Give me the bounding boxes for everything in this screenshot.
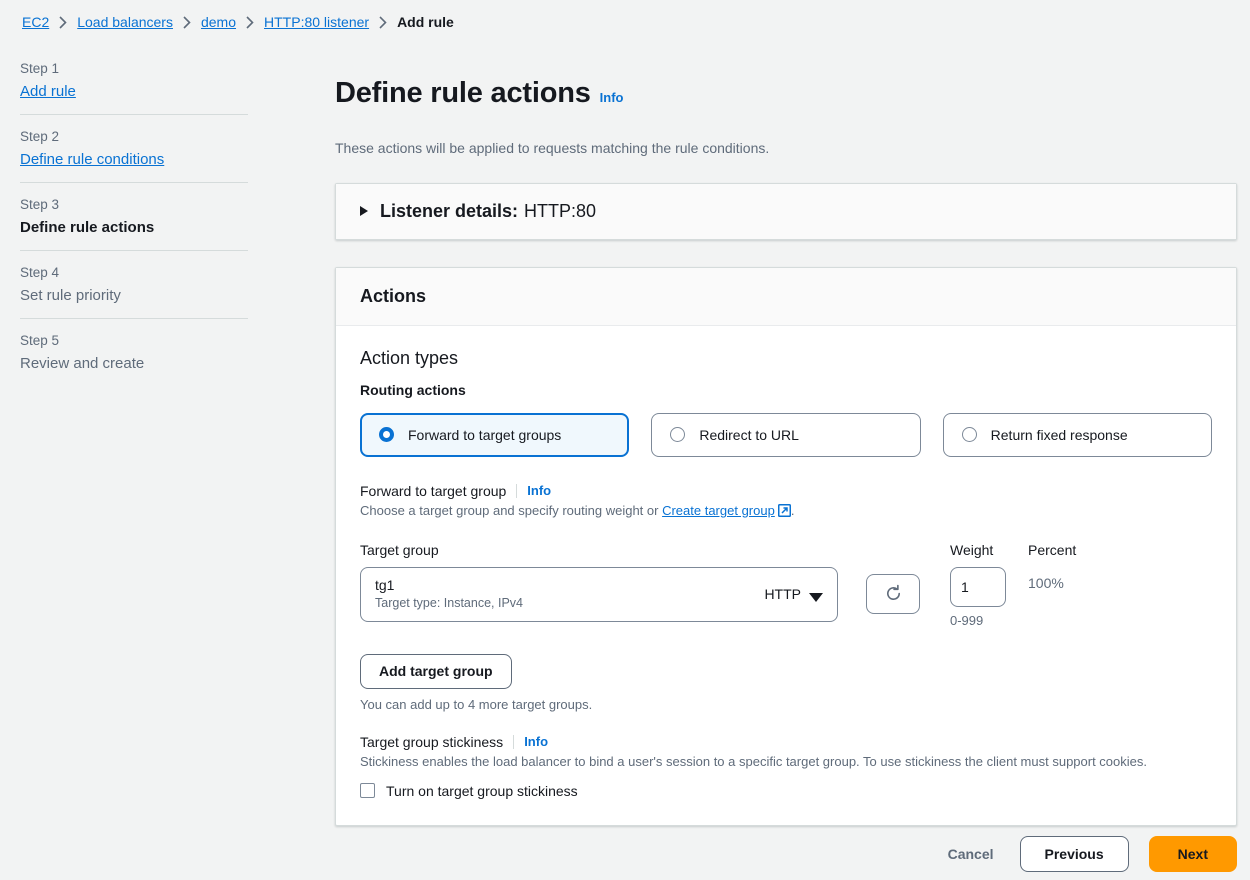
sidebar-step-4: Step 4 Set rule priority bbox=[20, 250, 248, 318]
weight-range-hint: 0-999 bbox=[950, 613, 1012, 628]
page-description: These actions will be applied to request… bbox=[335, 140, 1237, 156]
step-number: Step 2 bbox=[20, 129, 248, 144]
forward-to-target-group-label: Forward to target group bbox=[360, 483, 506, 499]
breadcrumb-item-demo[interactable]: demo bbox=[201, 14, 236, 30]
radio-unselected-icon bbox=[962, 427, 977, 442]
step-number: Step 1 bbox=[20, 61, 248, 76]
turn-on-stickiness-label[interactable]: Turn on target group stickiness bbox=[386, 783, 578, 799]
next-button[interactable]: Next bbox=[1149, 836, 1237, 872]
actions-card: Actions Action types Routing actions For… bbox=[335, 267, 1237, 826]
refresh-target-groups-button[interactable] bbox=[866, 574, 920, 614]
sidebar-step-2: Step 2 Define rule conditions bbox=[20, 114, 248, 182]
radio-tile-label: Redirect to URL bbox=[699, 427, 799, 443]
forward-hint: Choose a target group and specify routin… bbox=[360, 503, 1212, 520]
target-group-type: Target type: Instance, IPv4 bbox=[375, 595, 523, 612]
column-header-percent: Percent bbox=[1012, 542, 1212, 558]
sidebar-step-3: Step 3 Define rule actions bbox=[20, 182, 248, 250]
sidebar-step-5: Step 5 Review and create bbox=[20, 318, 248, 386]
listener-details-card: Listener details: HTTP:80 bbox=[335, 183, 1237, 240]
weight-input[interactable] bbox=[950, 567, 1006, 607]
radio-tile-label: Return fixed response bbox=[991, 427, 1128, 443]
actions-card-header: Actions bbox=[336, 268, 1236, 326]
radio-tile-return-fixed-response[interactable]: Return fixed response bbox=[943, 413, 1212, 457]
sidebar-item-define-rule-conditions[interactable]: Define rule conditions bbox=[20, 151, 248, 168]
breadcrumb-item-ec2[interactable]: EC2 bbox=[22, 14, 49, 30]
stickiness-description: Stickiness enables the load balancer to … bbox=[360, 754, 1212, 769]
chevron-down-icon bbox=[809, 593, 823, 602]
label-divider bbox=[513, 735, 514, 749]
step-number: Step 3 bbox=[20, 197, 248, 212]
stickiness-label-row: Target group stickiness Info bbox=[360, 734, 1212, 750]
step-number: Step 4 bbox=[20, 265, 248, 280]
previous-button[interactable]: Previous bbox=[1020, 836, 1129, 872]
radio-tile-redirect-to-url[interactable]: Redirect to URL bbox=[651, 413, 920, 457]
chevron-right-icon bbox=[360, 206, 368, 216]
routing-actions-title: Routing actions bbox=[360, 382, 1212, 398]
target-group-name: tg1 bbox=[375, 576, 523, 595]
radio-tile-label: Forward to target groups bbox=[408, 427, 561, 443]
sidebar-item-review-and-create: Review and create bbox=[20, 355, 248, 372]
listener-details-label: Listener details: bbox=[380, 201, 518, 222]
cancel-button[interactable]: Cancel bbox=[942, 846, 1000, 862]
target-group-stickiness-label: Target group stickiness bbox=[360, 734, 503, 750]
percent-value: 100% bbox=[1012, 567, 1212, 591]
sidebar-item-set-rule-priority: Set rule priority bbox=[20, 287, 248, 304]
target-group-protocol: HTTP bbox=[764, 586, 801, 602]
page-title: Define rule actions bbox=[335, 77, 591, 110]
column-header-target-group: Target group bbox=[360, 542, 838, 558]
sidebar-item-define-rule-actions[interactable]: Define rule actions bbox=[20, 219, 248, 236]
forward-info-link[interactable]: Info bbox=[527, 483, 551, 498]
wizard-footer: Cancel Previous Next bbox=[942, 836, 1237, 872]
listener-details-toggle[interactable]: Listener details: HTTP:80 bbox=[336, 184, 1236, 239]
label-divider bbox=[516, 484, 517, 498]
action-types-title: Action types bbox=[360, 348, 1212, 369]
page-info-link[interactable]: Info bbox=[600, 90, 624, 105]
page-header: Define rule actions Info bbox=[335, 58, 1237, 130]
breadcrumb-separator-icon bbox=[183, 16, 191, 29]
radio-unselected-icon bbox=[670, 427, 685, 442]
routing-action-radio-group: Forward to target groups Redirect to URL… bbox=[360, 413, 1212, 457]
breadcrumb-item-load-balancers[interactable]: Load balancers bbox=[77, 14, 173, 30]
forward-hint-prefix: Choose a target group and specify routin… bbox=[360, 503, 662, 518]
forward-label-row: Forward to target group Info bbox=[360, 483, 1212, 499]
breadcrumb-item-listener[interactable]: HTTP:80 listener bbox=[264, 14, 369, 30]
radio-selected-icon bbox=[379, 427, 394, 442]
target-group-select[interactable]: tg1 Target type: Instance, IPv4 HTTP bbox=[360, 567, 838, 622]
column-header-weight: Weight bbox=[950, 542, 1012, 558]
main-content: Define rule actions Info These actions w… bbox=[335, 58, 1237, 826]
stickiness-checkbox-row[interactable]: Turn on target group stickiness bbox=[360, 783, 1212, 799]
breadcrumb-separator-icon bbox=[379, 16, 387, 29]
refresh-icon bbox=[884, 584, 903, 603]
sidebar-item-add-rule[interactable]: Add rule bbox=[20, 83, 248, 100]
add-target-group-hint: You can add up to 4 more target groups. bbox=[360, 697, 1212, 712]
breadcrumb: EC2 Load balancers demo HTTP:80 listener… bbox=[22, 14, 454, 30]
wizard-steps-sidebar: Step 1 Add rule Step 2 Define rule condi… bbox=[20, 55, 248, 386]
stickiness-info-link[interactable]: Info bbox=[524, 734, 548, 749]
external-link-icon bbox=[778, 504, 791, 520]
forward-hint-suffix: . bbox=[791, 503, 795, 518]
step-number: Step 5 bbox=[20, 333, 248, 348]
listener-details-value: HTTP:80 bbox=[524, 201, 596, 222]
sidebar-step-1: Step 1 Add rule bbox=[20, 55, 248, 114]
target-group-row-grid: Target group Weight Percent tg1 Target t… bbox=[360, 542, 1212, 628]
radio-tile-forward-to-target-groups[interactable]: Forward to target groups bbox=[360, 413, 629, 457]
breadcrumb-separator-icon bbox=[246, 16, 254, 29]
breadcrumb-item-current: Add rule bbox=[397, 14, 454, 30]
create-target-group-link[interactable]: Create target group bbox=[662, 503, 775, 518]
turn-on-stickiness-checkbox[interactable] bbox=[360, 783, 375, 798]
add-target-group-button[interactable]: Add target group bbox=[360, 654, 512, 689]
actions-card-body: Action types Routing actions Forward to … bbox=[336, 326, 1236, 825]
breadcrumb-separator-icon bbox=[59, 16, 67, 29]
